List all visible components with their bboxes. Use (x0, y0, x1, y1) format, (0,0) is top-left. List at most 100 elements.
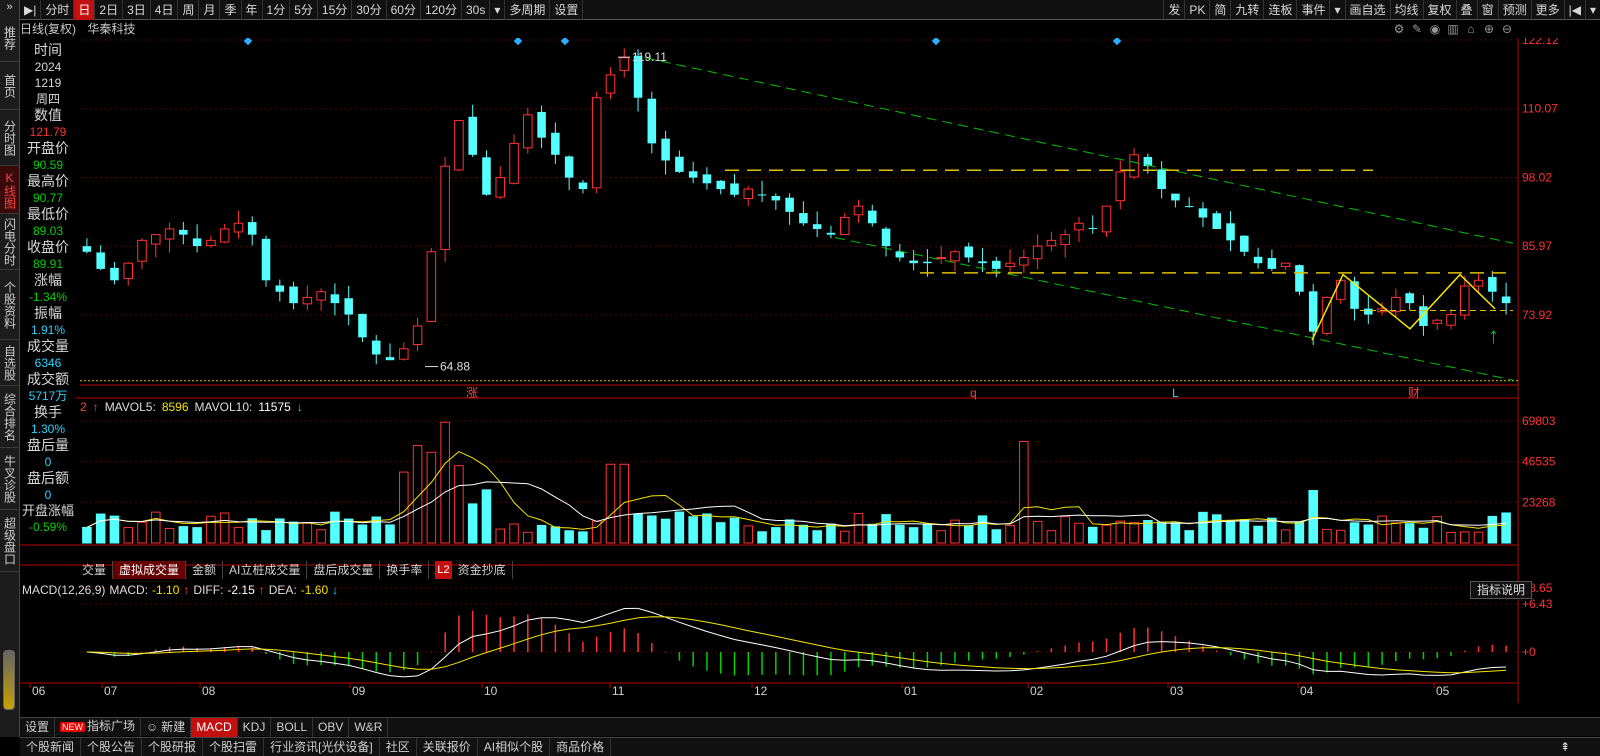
volume-bar (743, 525, 754, 544)
indicator-1[interactable]: NEW 指标广场 (55, 717, 142, 737)
play-icon[interactable]: ▶| (20, 0, 42, 20)
candle-body (344, 298, 353, 315)
pin-icon[interactable]: ⇞ (1560, 738, 1570, 756)
period-10[interactable]: 5分 (290, 0, 318, 20)
volume-bar (426, 451, 437, 544)
period-2[interactable]: 2日 (95, 0, 124, 20)
volume-tab-2[interactable]: 金额 (186, 561, 224, 579)
volume-tab-5[interactable]: 换手率 (380, 561, 430, 579)
period-17[interactable]: 设置 (550, 0, 584, 20)
quote-label: 涨幅 (34, 272, 62, 288)
period-4[interactable]: 4日 (151, 0, 179, 20)
period-7[interactable]: 季 (220, 0, 242, 20)
collapse-icon[interactable]: |◀ (1563, 0, 1585, 20)
quote-label: 数值 (34, 107, 62, 123)
candle-body (936, 256, 946, 259)
tool-4[interactable]: 连板 (1263, 0, 1296, 20)
mavol5-value: 8596 (161, 400, 189, 414)
indicator-4[interactable]: KDJ (238, 717, 272, 737)
nav-item-1[interactable]: 首页 (0, 62, 19, 110)
quote-value: 89.91 (32, 257, 64, 271)
nav-item-7[interactable]: 综合排名 (0, 386, 19, 448)
indicator-2[interactable]: ☺ 新建 (141, 717, 192, 737)
tool-6[interactable]: 画自选 (1344, 0, 1390, 20)
nav-item-3[interactable]: K线图 (0, 166, 19, 214)
info-tab-3[interactable]: 个股扫雷 (203, 737, 265, 756)
period-3[interactable]: 3日 (123, 0, 151, 20)
info-tab-2[interactable]: 个股研报 (142, 737, 204, 756)
volume-tab-0[interactable]: 交量 (76, 561, 114, 579)
candle-body (950, 251, 960, 262)
volume-bar (1211, 514, 1222, 544)
lock-icon[interactable]: ⌂ (1464, 22, 1478, 36)
indicator-3[interactable]: MACD (191, 717, 238, 737)
nav-item-9[interactable]: 超级盘口 (0, 510, 19, 572)
period-15[interactable]: 30s (462, 0, 491, 20)
dropdown-icon[interactable]: ▾ (1584, 0, 1600, 20)
tool-7[interactable]: 均线 (1389, 0, 1423, 20)
chart-area[interactable]: 122.12 110.07 98.02 85.97 73.92 69803 46535 232… (20, 38, 1600, 718)
info-tab-4[interactable]: 行业资讯[光伏设备] (264, 737, 380, 756)
tool-2[interactable]: 简 (1209, 0, 1230, 20)
quote-label: 成交额 (27, 371, 69, 387)
price-tick: 85.97 (1522, 239, 1552, 253)
info-tab-6[interactable]: 关联报价 (417, 737, 478, 756)
period-1[interactable]: 日 (74, 0, 96, 20)
tool-0[interactable]: 发 (1163, 0, 1184, 20)
zoom-in-icon[interactable]: ⊕ (1482, 22, 1496, 36)
indicator-5[interactable]: BOLL (271, 717, 314, 737)
info-tab-0[interactable]: 个股新闻 (20, 737, 82, 756)
period-0[interactable]: 分时 (41, 0, 75, 20)
dropdown-icon[interactable]: ▾ (1329, 0, 1344, 20)
dropdown-icon[interactable]: ▾ (490, 0, 506, 20)
info-tab-8[interactable]: 商品价格 (550, 737, 612, 756)
eye-icon[interactable]: ◉ (1428, 22, 1442, 36)
period-12[interactable]: 30分 (352, 0, 387, 20)
period-13[interactable]: 60分 (387, 0, 421, 20)
period-11[interactable]: 15分 (318, 0, 353, 20)
settings-icon[interactable]: ⚙ (1392, 22, 1406, 36)
expand-nav-icon[interactable]: » (0, 0, 19, 14)
tool-9[interactable]: 叠 (1455, 0, 1477, 20)
tool-5[interactable]: 事件 (1296, 0, 1329, 20)
volume-bar (550, 526, 561, 544)
draw-icon[interactable]: ✎ (1410, 22, 1424, 36)
tool-10[interactable]: 窗 (1476, 0, 1498, 20)
tool-11[interactable]: 预测 (1497, 0, 1531, 20)
nav-item-4[interactable]: 闪电分时 (0, 214, 19, 270)
volume-bar (1418, 527, 1429, 544)
info-tab-5[interactable]: 社区 (380, 737, 417, 756)
zoom-out-icon[interactable]: ⊖ (1500, 22, 1514, 36)
info-tab-7[interactable]: AI相似个股 (478, 737, 551, 756)
indicator-help-button[interactable]: 指标说明 (1470, 581, 1533, 599)
tool-12[interactable]: 更多 (1530, 0, 1564, 20)
tool-8[interactable]: 复权 (1422, 0, 1456, 20)
l2-fund-tab[interactable]: 资金抄底 (452, 561, 513, 579)
period-16[interactable]: 多周期 (505, 0, 551, 20)
period-8[interactable]: 年 (242, 0, 263, 20)
nav-item-8[interactable]: 牛叉诊股 (0, 448, 19, 510)
nav-item-5[interactable]: 个股资料 (0, 270, 19, 340)
tool-1[interactable]: PK (1184, 0, 1209, 20)
volume-tab-4[interactable]: 盘后成交量 (307, 561, 381, 579)
indicator-6[interactable]: OBV (313, 717, 350, 737)
info-tab-1[interactable]: 个股公告 (81, 737, 143, 756)
period-6[interactable]: 月 (199, 0, 221, 20)
nav-item-6[interactable]: 自选股 (0, 340, 19, 386)
indicator-0[interactable]: 设置 (20, 717, 56, 737)
candle-body (1019, 256, 1029, 266)
chart-tools: ⚙ ✎ ◉ ▥ ⌂ ⊕ ⊖ (1392, 22, 1514, 36)
period-14[interactable]: 120分 (421, 0, 462, 20)
nav-item-2[interactable]: 分时图 (0, 110, 19, 166)
tool-3[interactable]: 九转 (1230, 0, 1263, 20)
period-9[interactable]: 1分 (263, 0, 291, 20)
layout-icon[interactable]: ▥ (1446, 22, 1460, 36)
volume-tab-3[interactable]: AI立桩成交量 (223, 561, 308, 579)
indicator-7[interactable]: W&R (349, 717, 389, 737)
nav-scroll-handle[interactable] (3, 650, 15, 710)
period-5[interactable]: 周 (178, 0, 200, 20)
volume-bar (261, 530, 271, 544)
volume-bar (908, 527, 919, 544)
nav-item-0[interactable]: 推荐 (0, 14, 19, 62)
volume-tab-1[interactable]: 虚拟成交量 (113, 561, 187, 579)
